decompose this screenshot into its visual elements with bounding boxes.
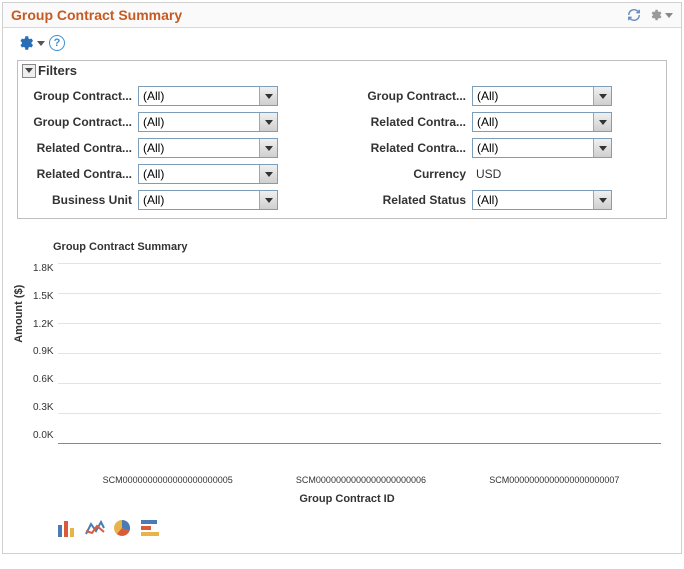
chevron-down-icon[interactable] (593, 139, 611, 157)
x-tick: SCM0000000000000000000007 (489, 475, 619, 485)
dropdown-value: (All) (473, 113, 593, 131)
gridline (58, 413, 661, 414)
chart-type-toolbar (33, 505, 661, 549)
panel-header: Group Contract Summary (3, 3, 681, 28)
filter-static-value: USD (472, 165, 505, 183)
dropdown-value: (All) (139, 139, 259, 157)
dropdown-value: (All) (473, 87, 593, 105)
filter-row: Related Contra...(All) (28, 138, 322, 158)
chevron-down-icon[interactable] (593, 87, 611, 105)
gridline (58, 383, 661, 384)
gridline (58, 293, 661, 294)
dropdown-value: (All) (473, 139, 593, 157)
filter-dropdown[interactable]: (All) (138, 138, 278, 158)
filter-dropdown[interactable]: (All) (472, 86, 612, 106)
filter-row: Group Contract...(All) (28, 86, 322, 106)
pie-chart-icon[interactable] (113, 519, 133, 537)
filters-header: Filters (18, 61, 666, 80)
filter-dropdown[interactable]: (All) (138, 164, 278, 184)
filter-dropdown[interactable]: (All) (138, 112, 278, 132)
x-axis: SCM0000000000000000000005 SCM000000000000… (61, 471, 661, 485)
y-tick: 0.0K (33, 430, 54, 441)
gridline (58, 353, 661, 354)
gridline (58, 443, 661, 444)
refresh-icon[interactable] (627, 8, 641, 22)
filter-dropdown[interactable]: (All) (138, 86, 278, 106)
y-tick: 1.2K (33, 319, 54, 330)
settings-menu-icon[interactable] (649, 8, 673, 22)
dropdown-value: (All) (139, 191, 259, 209)
line-chart-icon[interactable] (85, 519, 105, 537)
actions-menu-icon[interactable] (17, 34, 45, 52)
x-tick: SCM0000000000000000000006 (296, 475, 426, 485)
gridline (58, 263, 661, 264)
y-axis-label: Amount ($) (13, 285, 25, 343)
chevron-down-icon[interactable] (593, 113, 611, 131)
chevron-down-icon[interactable] (259, 191, 277, 209)
filter-label: Related Contra... (28, 167, 138, 181)
toolbar: ? (3, 28, 681, 54)
filter-dropdown[interactable]: (All) (472, 190, 612, 210)
filters-heading: Filters (38, 63, 77, 78)
filter-row: Related Contra...(All) (362, 112, 656, 132)
help-icon[interactable]: ? (49, 35, 65, 51)
dropdown-value: (All) (139, 165, 259, 183)
gridline (58, 323, 661, 324)
group-contract-summary-panel: Group Contract Summary ? Filters Gr (2, 2, 682, 554)
filter-row: Group Contract...(All) (362, 86, 656, 106)
chevron-down-icon[interactable] (259, 87, 277, 105)
filter-label: Related Status (362, 193, 472, 207)
filter-row: Related Status(All) (362, 190, 656, 210)
filters-collapse-button[interactable] (22, 64, 36, 78)
bar-chart-icon[interactable] (57, 519, 77, 537)
filter-row: Business Unit(All) (28, 190, 322, 210)
filter-label: Group Contract... (28, 115, 138, 129)
filter-row: CurrencyUSD (362, 164, 656, 184)
dropdown-value: (All) (473, 191, 593, 209)
panel-title: Group Contract Summary (11, 7, 182, 23)
filter-dropdown[interactable]: (All) (472, 138, 612, 158)
dropdown-value: (All) (139, 87, 259, 105)
filters-grid: Group Contract...(All)Group Contract...(… (18, 80, 666, 210)
filter-label: Related Contra... (362, 115, 472, 129)
x-tick: SCM0000000000000000000005 (103, 475, 233, 485)
filter-row: Group Contract...(All) (28, 112, 322, 132)
filter-label: Group Contract... (362, 89, 472, 103)
chart-plot (58, 263, 661, 443)
y-tick: 0.6K (33, 374, 54, 385)
filter-dropdown[interactable]: (All) (472, 112, 612, 132)
filter-label: Group Contract... (28, 89, 138, 103)
x-axis-label: Group Contract ID (33, 485, 661, 505)
chevron-down-icon[interactable] (259, 139, 277, 157)
chevron-down-icon[interactable] (259, 165, 277, 183)
chevron-down-icon[interactable] (259, 113, 277, 131)
filter-row: Related Contra...(All) (362, 138, 656, 158)
filter-dropdown[interactable]: (All) (138, 190, 278, 210)
filter-label: Business Unit (28, 193, 138, 207)
filters-section: Filters Group Contract...(All)Group Cont… (17, 60, 667, 219)
filter-label: Related Contra... (28, 141, 138, 155)
chart-area: Group Contract Summary Amount ($) 1.8K1.… (3, 229, 681, 553)
y-tick: 0.3K (33, 402, 54, 413)
horizontal-bar-chart-icon[interactable] (141, 519, 161, 537)
y-axis-ticks: 1.8K 1.5K 1.2K 0.9K 0.6K 0.3K 0.0K (33, 261, 58, 441)
y-tick: 0.9K (33, 346, 54, 357)
filter-label: Currency (362, 167, 472, 181)
y-tick: 1.8K (33, 263, 54, 274)
chart-title: Group Contract Summary (33, 237, 661, 261)
filter-row: Related Contra...(All) (28, 164, 322, 184)
chart-frame: Amount ($) 1.8K1.5K1.2K0.9K0.6K0.3K0.0K (33, 261, 661, 471)
panel-header-actions (627, 8, 673, 22)
chevron-down-icon[interactable] (593, 191, 611, 209)
filter-label: Related Contra... (362, 141, 472, 155)
y-tick: 1.5K (33, 291, 54, 302)
dropdown-value: (All) (139, 113, 259, 131)
